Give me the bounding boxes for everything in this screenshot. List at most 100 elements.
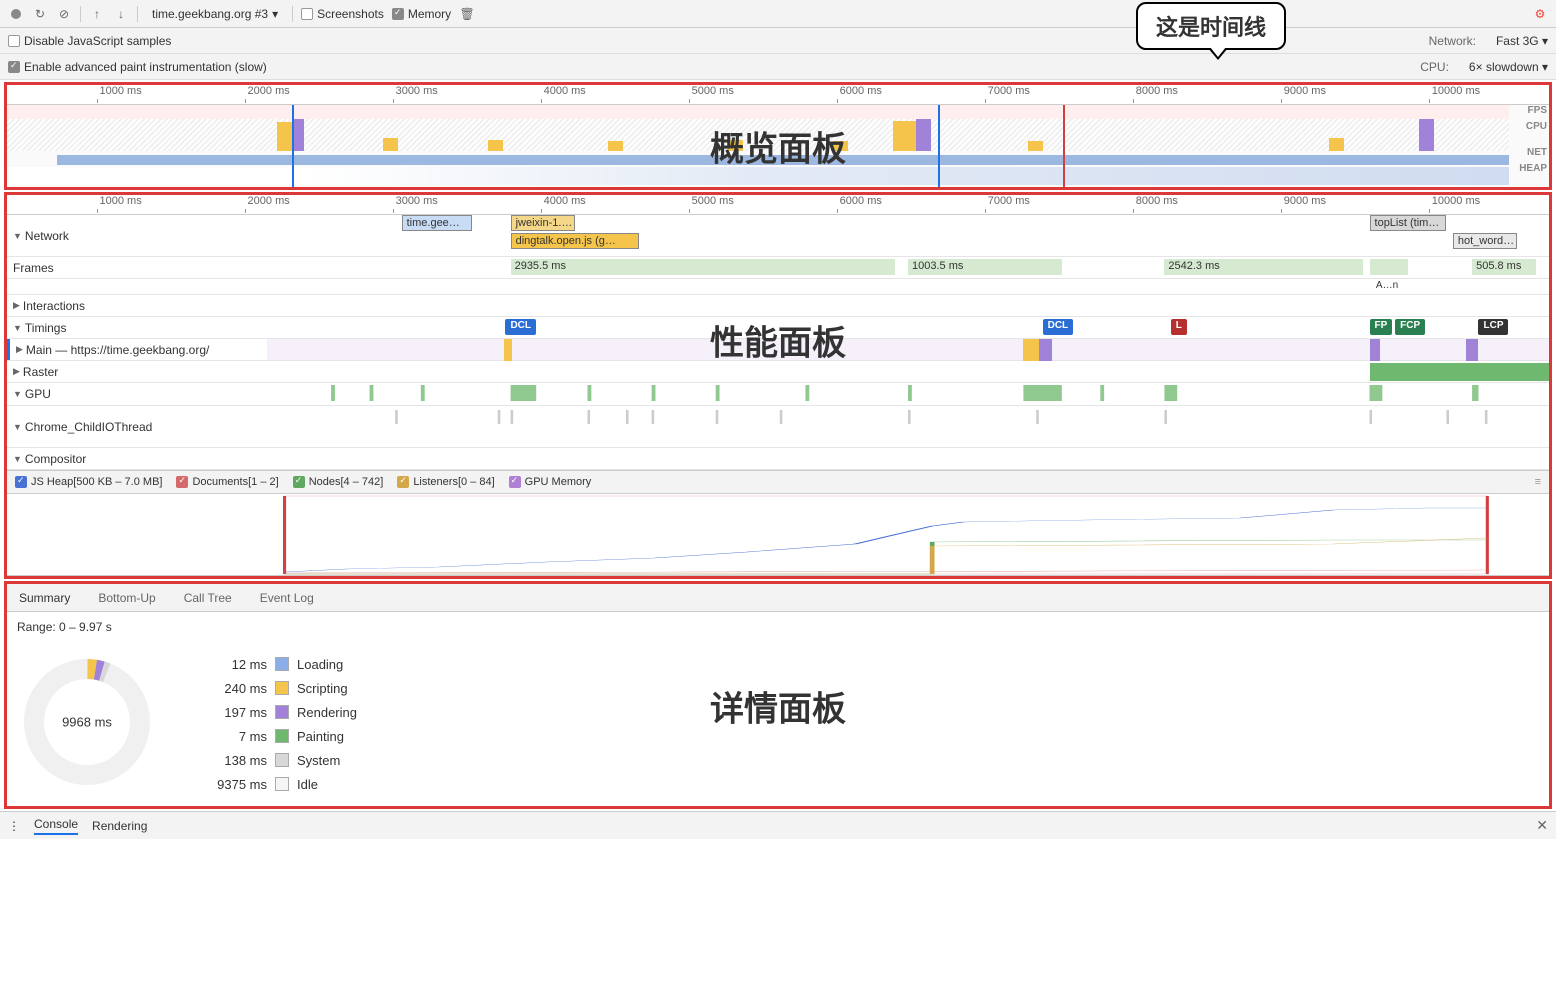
timing-marker-dcl[interactable]: DCL [1043, 319, 1074, 335]
recording-select[interactable]: time.geekbang.org #3 ▾ [146, 5, 284, 23]
gear-icon[interactable]: ⚙ [1532, 6, 1548, 22]
network-request[interactable]: hot_word… [1453, 233, 1517, 249]
frame-bar[interactable]: 1003.5 ms [908, 259, 1036, 275]
ruler-tick: 2000 ms [248, 195, 290, 207]
timings-track: ▼Timings DCLDCLLFPFCPLCP [7, 317, 1549, 339]
total-ms: 9968 ms [62, 715, 112, 730]
tab-event-log[interactable]: Event Log [256, 585, 318, 611]
disclosure-icon[interactable]: ▶ [13, 366, 20, 377]
main-track-content[interactable] [267, 339, 1549, 360]
summary-list: 12 msLoading240 msScripting197 msRenderi… [187, 652, 357, 796]
disclosure-icon[interactable]: ▼ [13, 454, 22, 464]
network-request[interactable]: topList (tim… [1370, 215, 1447, 231]
summary-row: 9375 msIdle [187, 772, 357, 796]
toolbar: ↻ ⊘ ↑ ↓ time.geekbang.org #3 ▾ Screensho… [0, 0, 1556, 28]
ruler-tick: 3000 ms [396, 85, 438, 97]
network-select[interactable]: Fast 3G ▾ [1496, 34, 1548, 48]
compositor-track: ▼Compositor [7, 448, 1549, 470]
frame-bar[interactable] [1036, 259, 1062, 275]
enable-paint-checkbox[interactable]: Enable advanced paint instrumentation (s… [8, 60, 267, 74]
overview-chart[interactable]: FPS CPU NET HEAP 概览面板 [7, 105, 1549, 187]
cpu-select[interactable]: 6× slowdown ▾ [1469, 60, 1548, 74]
checkbox-icon [8, 61, 20, 73]
disclosure-icon[interactable]: ▼ [13, 231, 22, 241]
enable-paint-label: Enable advanced paint instrumentation (s… [24, 60, 267, 74]
summary-row: 197 msRendering [187, 700, 357, 724]
frame-bar[interactable]: 2935.5 ms [511, 259, 896, 275]
memory-checkbox[interactable]: Memory [392, 7, 451, 21]
tab-bottom-up[interactable]: Bottom-Up [94, 585, 159, 611]
tab-call-tree[interactable]: Call Tree [180, 585, 236, 611]
listeners-toggle[interactable]: Listeners[0 – 84] [397, 476, 494, 488]
interactions-track: ▶Interactions [7, 295, 1549, 317]
console-tab[interactable]: Console [34, 817, 78, 835]
checkbox-icon [301, 8, 313, 20]
more-icon[interactable]: ⋮ [8, 819, 20, 833]
js-heap-toggle[interactable]: JS Heap[500 KB – 7.0 MB] [15, 476, 162, 488]
close-icon[interactable]: ✕ [1536, 817, 1548, 834]
disclosure-icon[interactable]: ▼ [13, 323, 22, 333]
overview-panel: 1000 ms2000 ms3000 ms4000 ms5000 ms6000 … [4, 82, 1552, 190]
record-icon[interactable] [8, 6, 24, 22]
clear-icon[interactable]: ⊘ [56, 6, 72, 22]
menu-icon[interactable]: ≡ [1535, 476, 1541, 488]
memory-label: Memory [408, 7, 451, 21]
disclosure-icon[interactable]: ▶ [13, 300, 20, 311]
ruler-tick: 7000 ms [988, 85, 1030, 97]
raster-track-content[interactable] [267, 361, 1549, 382]
screenshots-label: Screenshots [317, 7, 384, 21]
timing-marker-fp[interactable]: FP [1370, 319, 1393, 335]
disable-js-checkbox[interactable]: Disable JavaScript samples [8, 34, 171, 48]
disclosure-icon[interactable]: ▼ [13, 389, 22, 399]
frames-track-content[interactable]: 2935.5 ms 1003.5 ms 2542.3 ms 505.8 ms [267, 257, 1549, 278]
timing-marker-fcp[interactable]: FCP [1395, 319, 1425, 335]
download-icon[interactable]: ↓ [113, 6, 129, 22]
summary-donut: 9968 ms [17, 652, 157, 792]
chevron-down-icon: ▾ [272, 7, 278, 21]
ruler-tick: 7000 ms [988, 195, 1030, 207]
ruler-tick: 6000 ms [840, 85, 882, 97]
gpu-track-content[interactable] [267, 383, 1549, 405]
ruler-tick: 1000 ms [100, 85, 142, 97]
frame-bar[interactable]: 505.8 ms [1472, 259, 1536, 275]
network-request[interactable]: time.gee… [402, 215, 473, 231]
upload-icon[interactable]: ↑ [89, 6, 105, 22]
disclosure-icon[interactable]: ▼ [13, 422, 22, 432]
reload-icon[interactable]: ↻ [32, 6, 48, 22]
gpu-memory-toggle[interactable]: GPU Memory [509, 476, 592, 488]
ruler-tick: 9000 ms [1284, 195, 1326, 207]
trash-icon[interactable]: 🗑 [459, 6, 475, 22]
ruler-tick: 3000 ms [396, 195, 438, 207]
range-label: Range: 0 – 9.97 s [7, 612, 1549, 642]
summary-row: 12 msLoading [187, 652, 357, 676]
screenshots-checkbox[interactable]: Screenshots [301, 7, 384, 21]
rendering-tab[interactable]: Rendering [92, 819, 147, 833]
frame-bar[interactable]: 2542.3 ms [1164, 259, 1363, 275]
settings-row-2: Enable advanced paint instrumentation (s… [0, 54, 1556, 80]
timing-marker-l[interactable]: L [1171, 319, 1187, 335]
child-io-content[interactable] [267, 406, 1549, 447]
network-track-content[interactable]: time.gee… jweixin-1.… dingtalk.open.js (g…… [267, 215, 1549, 256]
cpu-label: CPU: [1420, 60, 1449, 74]
ruler-tick: 5000 ms [692, 195, 734, 207]
ruler-tick: 1000 ms [100, 195, 142, 207]
memory-chart[interactable] [7, 494, 1549, 576]
overview-ruler[interactable]: 1000 ms2000 ms3000 ms4000 ms5000 ms6000 … [7, 85, 1549, 105]
timing-marker-lcp[interactable]: LCP [1478, 319, 1508, 335]
flame-ruler[interactable]: 1000 ms2000 ms3000 ms4000 ms5000 ms6000 … [7, 195, 1549, 215]
tab-summary[interactable]: Summary [15, 585, 74, 611]
nodes-toggle[interactable]: Nodes[4 – 742] [293, 476, 384, 488]
raster-track: ▶Raster [7, 361, 1549, 383]
network-label: Network: [1429, 34, 1476, 48]
overview-labels: FPS CPU NET HEAP [1519, 105, 1547, 179]
documents-toggle[interactable]: Documents[1 – 2] [176, 476, 278, 488]
disable-js-label: Disable JavaScript samples [24, 34, 171, 48]
ruler-tick: 10000 ms [1432, 85, 1480, 97]
timing-marker-dcl[interactable]: DCL [505, 319, 536, 335]
network-request[interactable]: dingtalk.open.js (g… [511, 233, 639, 249]
disclosure-icon[interactable]: ▶ [16, 344, 23, 355]
ruler-tick: 6000 ms [840, 195, 882, 207]
timings-track-content[interactable]: DCL DCL L FPFCP LCP [267, 317, 1549, 338]
network-request[interactable]: jweixin-1.… [511, 215, 575, 231]
frame-bar[interactable] [1370, 259, 1408, 275]
